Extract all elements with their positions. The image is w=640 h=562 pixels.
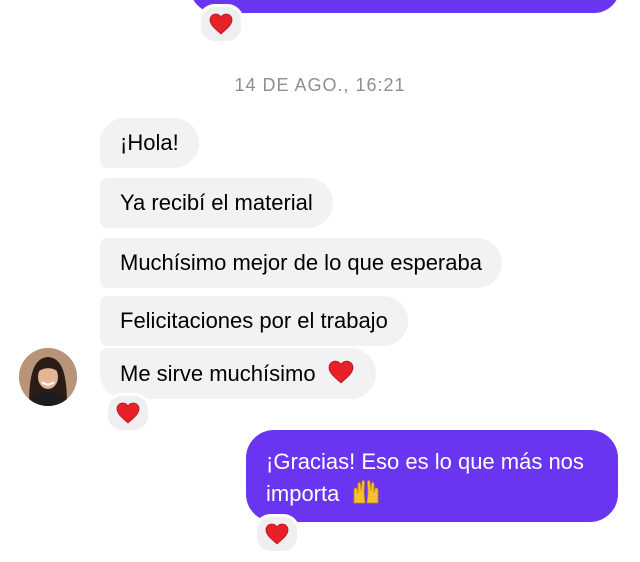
incoming-message[interactable]: Ya recibí el material bbox=[100, 178, 333, 228]
message-text: Felicitaciones por el trabajo bbox=[120, 308, 388, 333]
avatar[interactable] bbox=[19, 348, 77, 406]
message-reaction[interactable] bbox=[254, 514, 300, 554]
heart-icon bbox=[116, 402, 140, 424]
message-text: Me sirve muchísimo bbox=[120, 361, 316, 386]
heart-icon bbox=[265, 523, 289, 545]
message-text-line: ¡Gracias! Eso es lo que más nos bbox=[266, 449, 584, 474]
heart-icon bbox=[209, 13, 233, 35]
incoming-message[interactable]: ¡Hola! bbox=[100, 118, 199, 168]
message-text: importa bbox=[266, 481, 340, 506]
outgoing-message[interactable]: ¡Gracias! Eso es lo que más nos importa bbox=[246, 430, 618, 522]
raising-hands-icon bbox=[354, 480, 379, 504]
message-reaction[interactable] bbox=[198, 4, 244, 44]
previous-outgoing-bubble[interactable] bbox=[190, 0, 620, 13]
avatar-photo bbox=[19, 348, 77, 406]
incoming-message[interactable]: Me sirve muchísimo bbox=[100, 348, 376, 399]
message-reaction[interactable] bbox=[105, 393, 151, 433]
message-text: Ya recibí el material bbox=[120, 190, 313, 215]
message-text: Muchísimo mejor de lo que esperaba bbox=[120, 250, 482, 275]
incoming-message[interactable]: Felicitaciones por el trabajo bbox=[100, 296, 408, 346]
incoming-message[interactable]: Muchísimo mejor de lo que esperaba bbox=[100, 238, 502, 288]
timestamp: 14 DE AGO., 16:21 bbox=[234, 75, 406, 95]
message-text-line: importa bbox=[266, 478, 598, 510]
heart-icon bbox=[328, 360, 354, 384]
message-text: ¡Hola! bbox=[120, 130, 179, 155]
